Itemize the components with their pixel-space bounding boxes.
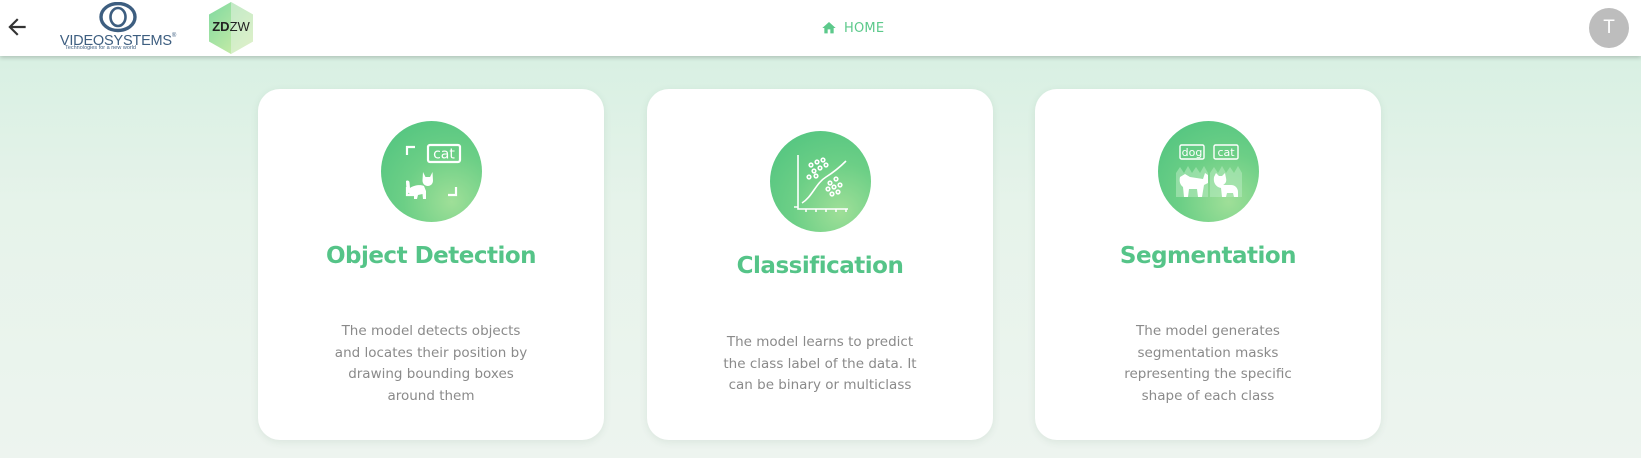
nav-home-label: HOME — [844, 20, 885, 36]
home-icon — [822, 22, 836, 34]
classification-icon — [770, 131, 871, 232]
card-segmentation[interactable]: dog cat Segmentation The model generates… — [1035, 89, 1381, 440]
card-title: Classification — [736, 253, 904, 279]
nav-home-link[interactable]: HOME — [821, 17, 884, 39]
user-avatar[interactable]: T — [1589, 8, 1629, 48]
object-detection-icon: cat — [381, 121, 482, 222]
brand-tagline: Technologies for a new world — [65, 45, 136, 51]
card-classification[interactable]: Classification The model learns to predi… — [647, 89, 993, 440]
videosystems-emblem-icon — [99, 2, 137, 33]
card-description: The model generates segmentation masks r… — [1124, 323, 1292, 404]
card-title: Segmentation — [1119, 243, 1297, 269]
object-detection-label-cat: cat — [433, 147, 455, 163]
zdzw-logo: ZDZW — [205, 1, 257, 55]
card-description: The model detects objects and locates th… — [334, 323, 528, 404]
card-description: The model learns to predict the class la… — [723, 334, 917, 393]
zdzw-wordmark: ZDZW — [212, 19, 250, 34]
segmentation-icon: dog cat — [1158, 121, 1259, 222]
back-button[interactable] — [2, 11, 32, 43]
arrow-left-icon — [8, 18, 26, 36]
segmentation-label-cat: cat — [1217, 146, 1235, 159]
card-object-detection[interactable]: cat Object Detection The model detects o… — [258, 89, 604, 440]
top-app-bar: VIDEOSYSTEMS® Technologies for a new wor… — [0, 0, 1641, 56]
card-title: Object Detection — [325, 243, 537, 269]
segmentation-label-dog: dog — [1182, 146, 1203, 159]
